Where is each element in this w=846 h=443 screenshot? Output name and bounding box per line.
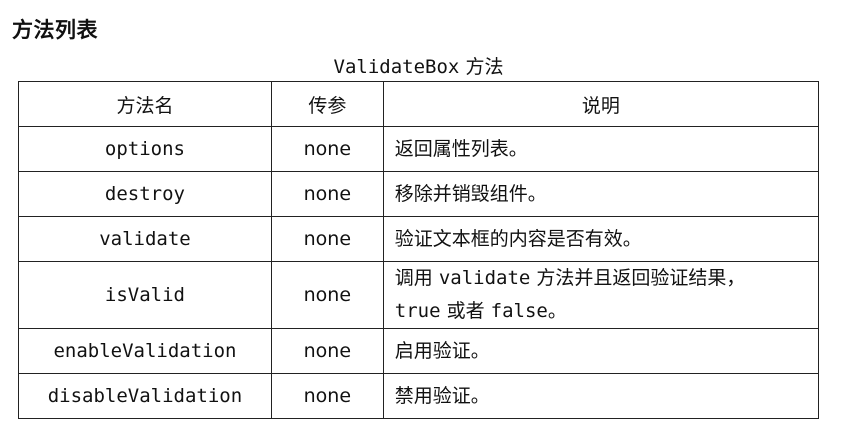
method-param: none [270, 216, 384, 262]
caption-text: 方法 [465, 56, 504, 78]
method-description: 移除并销毁组件。 [382, 171, 820, 217]
method-param: none [270, 261, 384, 329]
methods-table: 方法名 传参 说明 options none 返回属性列表。 destroy n… [18, 81, 820, 419]
method-description: 禁用验证。 [382, 373, 820, 419]
table-row: destroy none 移除并销毁组件。 [18, 171, 820, 217]
header-params: 传参 [270, 81, 384, 127]
desc-code: false [490, 300, 548, 322]
header-description: 说明 [382, 81, 820, 127]
desc-text: 调用 [394, 267, 439, 289]
desc-code: true [394, 300, 441, 322]
desc-text: 或者 [440, 300, 491, 322]
desc-text: 。 [547, 300, 567, 322]
method-param: none [270, 126, 384, 172]
method-name: options [18, 126, 272, 172]
method-description: 返回属性列表。 [382, 126, 820, 172]
method-name: validate [18, 216, 272, 262]
table-row: validate none 验证文本框的内容是否有效。 [18, 216, 820, 262]
method-name: isValid [18, 261, 272, 329]
method-param: none [270, 373, 384, 419]
table-row: isValid none 调用 validate 方法并且返回验证结果， true… [18, 261, 820, 329]
method-name: disableValidation [18, 373, 272, 419]
method-description: 调用 validate 方法并且返回验证结果， true 或者 false。 [382, 261, 820, 329]
table-row: options none 返回属性列表。 [18, 126, 820, 172]
table-row: disableValidation none 禁用验证。 [18, 373, 820, 419]
table-header-row: 方法名 传参 说明 [18, 81, 820, 127]
section-title: 方法列表 [12, 18, 98, 42]
method-name: enableValidation [18, 328, 272, 374]
method-param: none [270, 328, 384, 374]
caption-code: ValidateBox [333, 56, 460, 78]
method-name: destroy [18, 171, 272, 217]
desc-code: validate [438, 267, 531, 289]
method-description: 启用验证。 [382, 328, 820, 374]
table-caption: ValidateBox 方法 [18, 52, 819, 79]
table-row: enableValidation none 启用验证。 [18, 328, 820, 374]
method-param: none [270, 171, 384, 217]
method-description: 验证文本框的内容是否有效。 [382, 216, 820, 262]
header-method-name: 方法名 [18, 81, 272, 127]
desc-text: 方法并且返回验证结果， [530, 267, 746, 289]
